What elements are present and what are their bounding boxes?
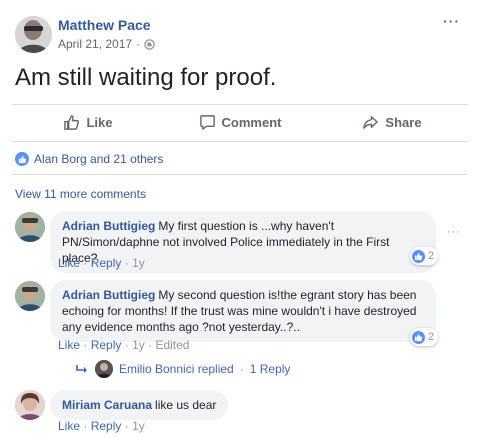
comment-reply-link[interactable]: Reply xyxy=(91,338,122,352)
comment-reply-link[interactable]: Reply xyxy=(91,256,122,270)
comment-button[interactable]: Comment xyxy=(164,108,316,136)
post-author-name[interactable]: Matthew Pace xyxy=(58,17,151,33)
view-more-comments-link[interactable]: View 11 more comments xyxy=(15,187,146,201)
author-avatar[interactable] xyxy=(15,16,52,53)
facebook-post: Matthew Pace April 21, 2017 · ··· Am sti… xyxy=(0,0,480,437)
comment-actions: Like · Reply · 1y · Edited xyxy=(58,338,190,352)
reply-thread-link[interactable]: Emilio Bonnici replied · 1 Reply xyxy=(75,360,290,378)
like-reaction-icon xyxy=(15,152,29,166)
meta-separator: · xyxy=(136,37,141,51)
comment-options-icon[interactable]: ··· xyxy=(447,226,461,238)
comment-like-link[interactable]: Like xyxy=(58,338,80,352)
comment-icon xyxy=(199,114,215,130)
comment-bubble: Adrian Buttigieg My second question is!th… xyxy=(50,280,436,342)
reactions-summary[interactable]: Alan Borg and 21 others xyxy=(15,152,163,166)
comment-text: like us dear xyxy=(155,398,217,412)
reply-thread-text: Emilio Bonnici replied xyxy=(119,362,234,376)
reply-count: 1 Reply xyxy=(249,362,291,376)
comment-time[interactable]: 1y xyxy=(132,338,145,352)
action-bar: Like Comment Share xyxy=(12,108,468,136)
comment-label: Comment xyxy=(221,114,282,130)
globe-icon[interactable] xyxy=(144,38,155,50)
comment-author[interactable]: Adrian Buttigieg xyxy=(62,288,155,302)
like-reaction-icon xyxy=(412,249,425,263)
like-reaction-icon xyxy=(412,330,425,344)
comment-reaction-count[interactable]: 2 xyxy=(410,328,439,346)
comment-author[interactable]: Adrian Buttigieg xyxy=(62,219,155,233)
post-text: Am still waiting for proof. xyxy=(15,64,277,91)
comment-reply-link[interactable]: Reply xyxy=(91,419,122,433)
share-button[interactable]: Share xyxy=(316,108,468,136)
comment-actions: Like · Reply · 1y xyxy=(58,419,145,433)
comment-like-link[interactable]: Like xyxy=(58,419,80,433)
post-options-icon[interactable]: ··· xyxy=(443,13,460,29)
share-icon xyxy=(363,115,379,129)
reaction-count-value: 2 xyxy=(428,331,435,343)
divider xyxy=(12,104,468,105)
comment-avatar[interactable] xyxy=(15,212,45,242)
share-label: Share xyxy=(385,114,422,130)
divider xyxy=(12,141,468,142)
reply-avatar xyxy=(95,360,113,378)
comment-bubble: Miriam Caruana like us dear xyxy=(50,390,229,420)
reactions-summary-text: Alan Borg and 21 others xyxy=(34,152,164,166)
reaction-count-value: 2 xyxy=(428,250,435,262)
comment-time[interactable]: 1y xyxy=(132,419,145,433)
thumbs-up-icon xyxy=(64,114,80,130)
comment-edited-label[interactable]: Edited xyxy=(155,338,189,352)
comment-time[interactable]: 1y xyxy=(132,256,145,270)
like-label: Like xyxy=(86,114,113,130)
comment-actions: Like · Reply · 1y xyxy=(58,256,145,270)
comment-author[interactable]: Miriam Caruana xyxy=(62,398,152,412)
reply-arrow-icon xyxy=(76,365,87,373)
post-date[interactable]: April 21, 2017 xyxy=(58,37,132,51)
post-meta: April 21, 2017 · xyxy=(58,37,155,51)
divider xyxy=(12,174,468,175)
comment-avatar[interactable] xyxy=(15,281,45,311)
comment-like-link[interactable]: Like xyxy=(58,256,80,270)
like-button[interactable]: Like xyxy=(12,108,164,136)
comment-reaction-count[interactable]: 2 xyxy=(410,247,439,265)
comment-avatar[interactable] xyxy=(15,390,45,420)
